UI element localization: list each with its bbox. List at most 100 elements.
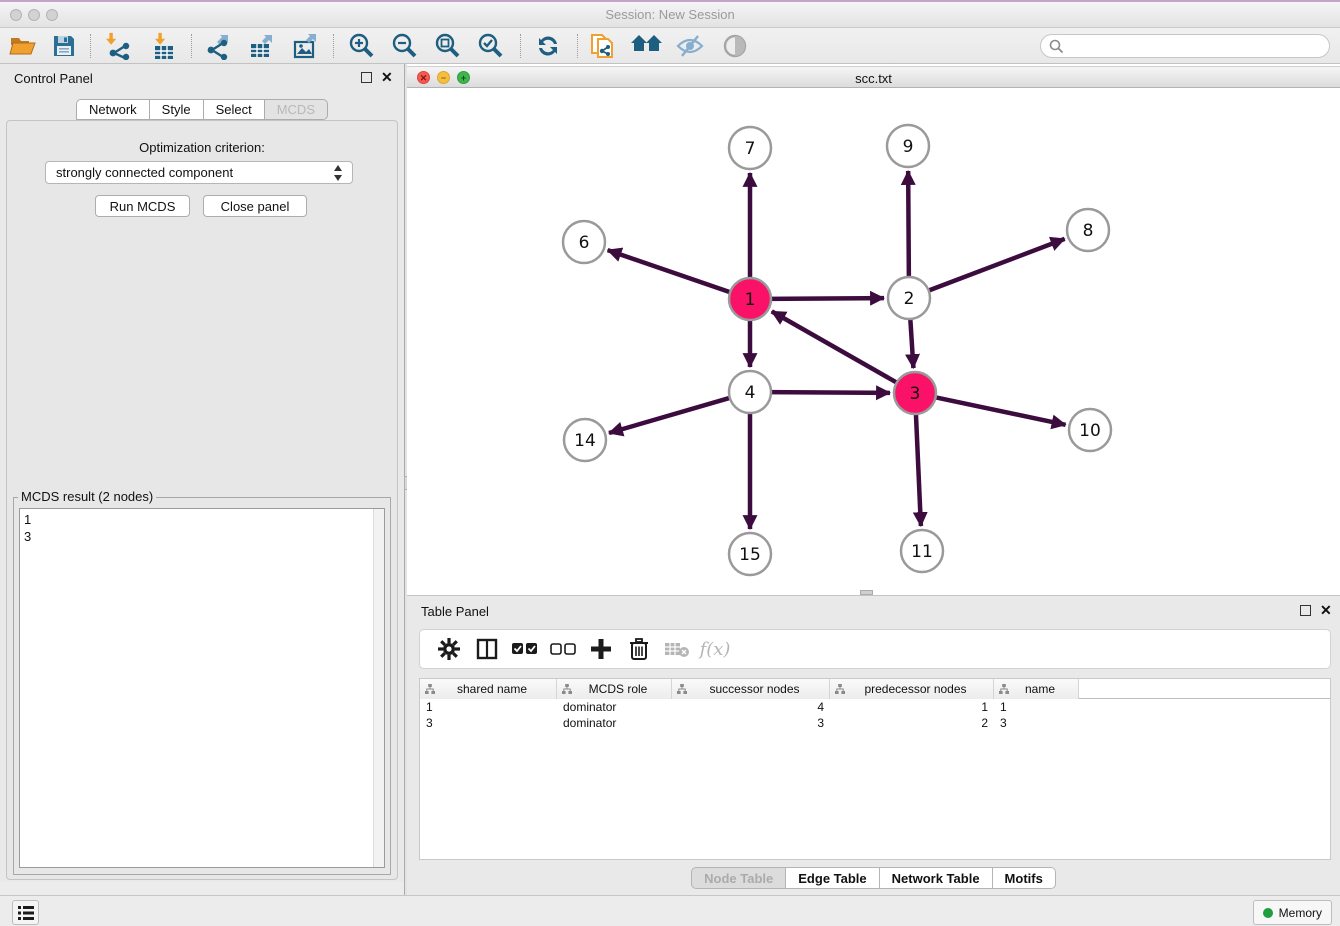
graph-node-label-15: 15 xyxy=(739,545,761,565)
column-header-name[interactable]: name xyxy=(994,679,1079,699)
import-network-icon[interactable] xyxy=(101,32,135,60)
unchecked-boxes-icon[interactable] xyxy=(544,634,582,664)
select-stepper-icon xyxy=(333,164,344,182)
float-table-panel-icon[interactable] xyxy=(1300,605,1311,616)
split-columns-icon[interactable] xyxy=(468,634,506,664)
table-cell[interactable]: 3 xyxy=(994,715,1079,731)
mcds-result-title: MCDS result (2 nodes) xyxy=(18,489,156,504)
scrollbar-track[interactable] xyxy=(373,509,384,867)
table-cell[interactable]: 1 xyxy=(830,699,994,715)
search-input[interactable] xyxy=(1064,36,1329,56)
graph-edge-3-1[interactable] xyxy=(772,311,899,383)
graph-node-label-14: 14 xyxy=(574,431,596,451)
mcds-panel: Optimization criterion: strongly connect… xyxy=(6,120,398,880)
table-panel: Table Panel ✕ xyxy=(407,595,1340,895)
close-panel-button[interactable]: Close panel xyxy=(203,195,307,217)
control-panel: Control Panel ✕ NetworkStyleSelectMCDS O… xyxy=(0,64,404,882)
network-window-title: scc.txt xyxy=(407,71,1340,86)
table-cell[interactable]: 1 xyxy=(420,699,557,715)
memory-button[interactable]: Memory xyxy=(1253,900,1332,925)
graph-edge-2-3[interactable] xyxy=(910,317,913,368)
import-table-icon[interactable] xyxy=(146,32,180,60)
zoom-fit-icon[interactable] xyxy=(430,32,464,60)
open-folder-icon[interactable] xyxy=(6,32,40,60)
home-icon[interactable] xyxy=(630,32,664,60)
table-row[interactable]: 1dominator411 xyxy=(420,699,1330,715)
refresh-layout-icon[interactable] xyxy=(531,32,565,60)
close-panel-icon[interactable]: ✕ xyxy=(381,69,393,86)
main-toolbar xyxy=(0,28,1340,64)
tab-select[interactable]: Select xyxy=(203,99,264,120)
search-field[interactable] xyxy=(1040,34,1330,58)
mcds-result-textarea[interactable]: 1 3 xyxy=(19,508,385,868)
checked-boxes-icon[interactable] xyxy=(506,634,544,664)
column-header-successor-nodes[interactable]: successor nodes xyxy=(672,679,830,699)
graph-edge-4-14[interactable] xyxy=(609,397,732,433)
gear-icon[interactable] xyxy=(430,634,468,664)
graph-edge-2-8[interactable] xyxy=(927,239,1065,291)
control-panel-title: Control Panel xyxy=(14,71,93,86)
table-cell[interactable]: 1 xyxy=(994,699,1079,715)
mcds-result-group: MCDS result (2 nodes) 1 3 xyxy=(13,497,391,875)
node-table[interactable]: shared nameMCDS rolesuccessor nodesprede… xyxy=(419,678,1331,860)
delete-table-icon xyxy=(658,634,696,664)
graph-edge-3-11[interactable] xyxy=(916,412,921,526)
table-cell[interactable]: 2 xyxy=(830,715,994,731)
memory-label: Memory xyxy=(1279,906,1322,920)
save-icon[interactable] xyxy=(47,32,81,60)
network-from-file-icon[interactable] xyxy=(586,32,620,60)
float-panel-icon[interactable] xyxy=(361,72,372,83)
hide-eye-icon[interactable] xyxy=(673,32,707,60)
tab-motifs[interactable]: Motifs xyxy=(992,867,1056,889)
graph-node-label-11: 11 xyxy=(911,542,933,562)
tab-edge-table[interactable]: Edge Table xyxy=(785,867,878,889)
task-list-button[interactable] xyxy=(12,900,39,925)
criterion-select[interactable]: strongly connected component xyxy=(45,161,353,184)
graph-edge-4-3[interactable] xyxy=(769,392,890,393)
tab-network-table[interactable]: Network Table xyxy=(879,867,992,889)
graph-edge-1-6[interactable] xyxy=(608,250,732,293)
graph-edge-3-10[interactable] xyxy=(934,397,1066,425)
tab-node-table[interactable]: Node Table xyxy=(691,867,785,889)
criterion-value: strongly connected component xyxy=(56,165,233,180)
export-table-icon[interactable] xyxy=(244,32,278,60)
tab-style[interactable]: Style xyxy=(149,99,203,120)
table-cell[interactable]: 3 xyxy=(420,715,557,731)
zoom-selected-icon[interactable] xyxy=(473,32,507,60)
control-panel-tabs: NetworkStyleSelectMCDS xyxy=(0,99,404,120)
tab-mcds[interactable]: MCDS xyxy=(264,99,328,120)
function-icon: f(x) xyxy=(696,634,734,664)
list-icon xyxy=(18,906,34,920)
zoom-out-icon[interactable] xyxy=(387,32,421,60)
table-cell[interactable]: 4 xyxy=(672,699,830,715)
table-panel-title: Table Panel xyxy=(421,604,489,619)
table-row[interactable]: 3dominator323 xyxy=(420,715,1330,731)
graph-edge-2-9[interactable] xyxy=(908,171,909,279)
run-mcds-button[interactable]: Run MCDS xyxy=(95,195,190,217)
graph-edge-1-2[interactable] xyxy=(769,298,884,299)
table-toolbar: f(x) xyxy=(419,629,1331,669)
search-icon xyxy=(1049,39,1064,54)
trash-icon[interactable] xyxy=(620,634,658,664)
network-graph[interactable]: 7968124314101511 xyxy=(407,88,1340,595)
export-image-icon[interactable] xyxy=(288,32,322,60)
graph-node-label-8: 8 xyxy=(1083,221,1094,241)
table-cell[interactable]: dominator xyxy=(557,699,672,715)
application-window: Session: New Session xyxy=(0,0,1340,926)
contrast-circle-icon[interactable] xyxy=(718,32,752,60)
table-cell[interactable]: 3 xyxy=(672,715,830,731)
network-canvas[interactable]: 7968124314101511 xyxy=(407,88,1340,595)
column-header-shared-name[interactable]: shared name xyxy=(420,679,557,699)
table-tabs: Node TableEdge TableNetwork TableMotifs xyxy=(407,867,1340,889)
column-header-predecessor-nodes[interactable]: predecessor nodes xyxy=(830,679,994,699)
network-view-window: ✕ − + scc.txt 7968124314101511 xyxy=(407,64,1340,595)
table-cell[interactable]: dominator xyxy=(557,715,672,731)
graph-node-label-4: 4 xyxy=(745,383,756,403)
column-header-MCDS-role[interactable]: MCDS role xyxy=(557,679,672,699)
close-table-panel-icon[interactable]: ✕ xyxy=(1320,602,1332,619)
tab-network[interactable]: Network xyxy=(76,99,149,120)
zoom-in-icon[interactable] xyxy=(344,32,378,60)
graph-node-label-7: 7 xyxy=(745,139,756,159)
add-icon[interactable] xyxy=(582,634,620,664)
export-network-icon[interactable] xyxy=(201,32,235,60)
